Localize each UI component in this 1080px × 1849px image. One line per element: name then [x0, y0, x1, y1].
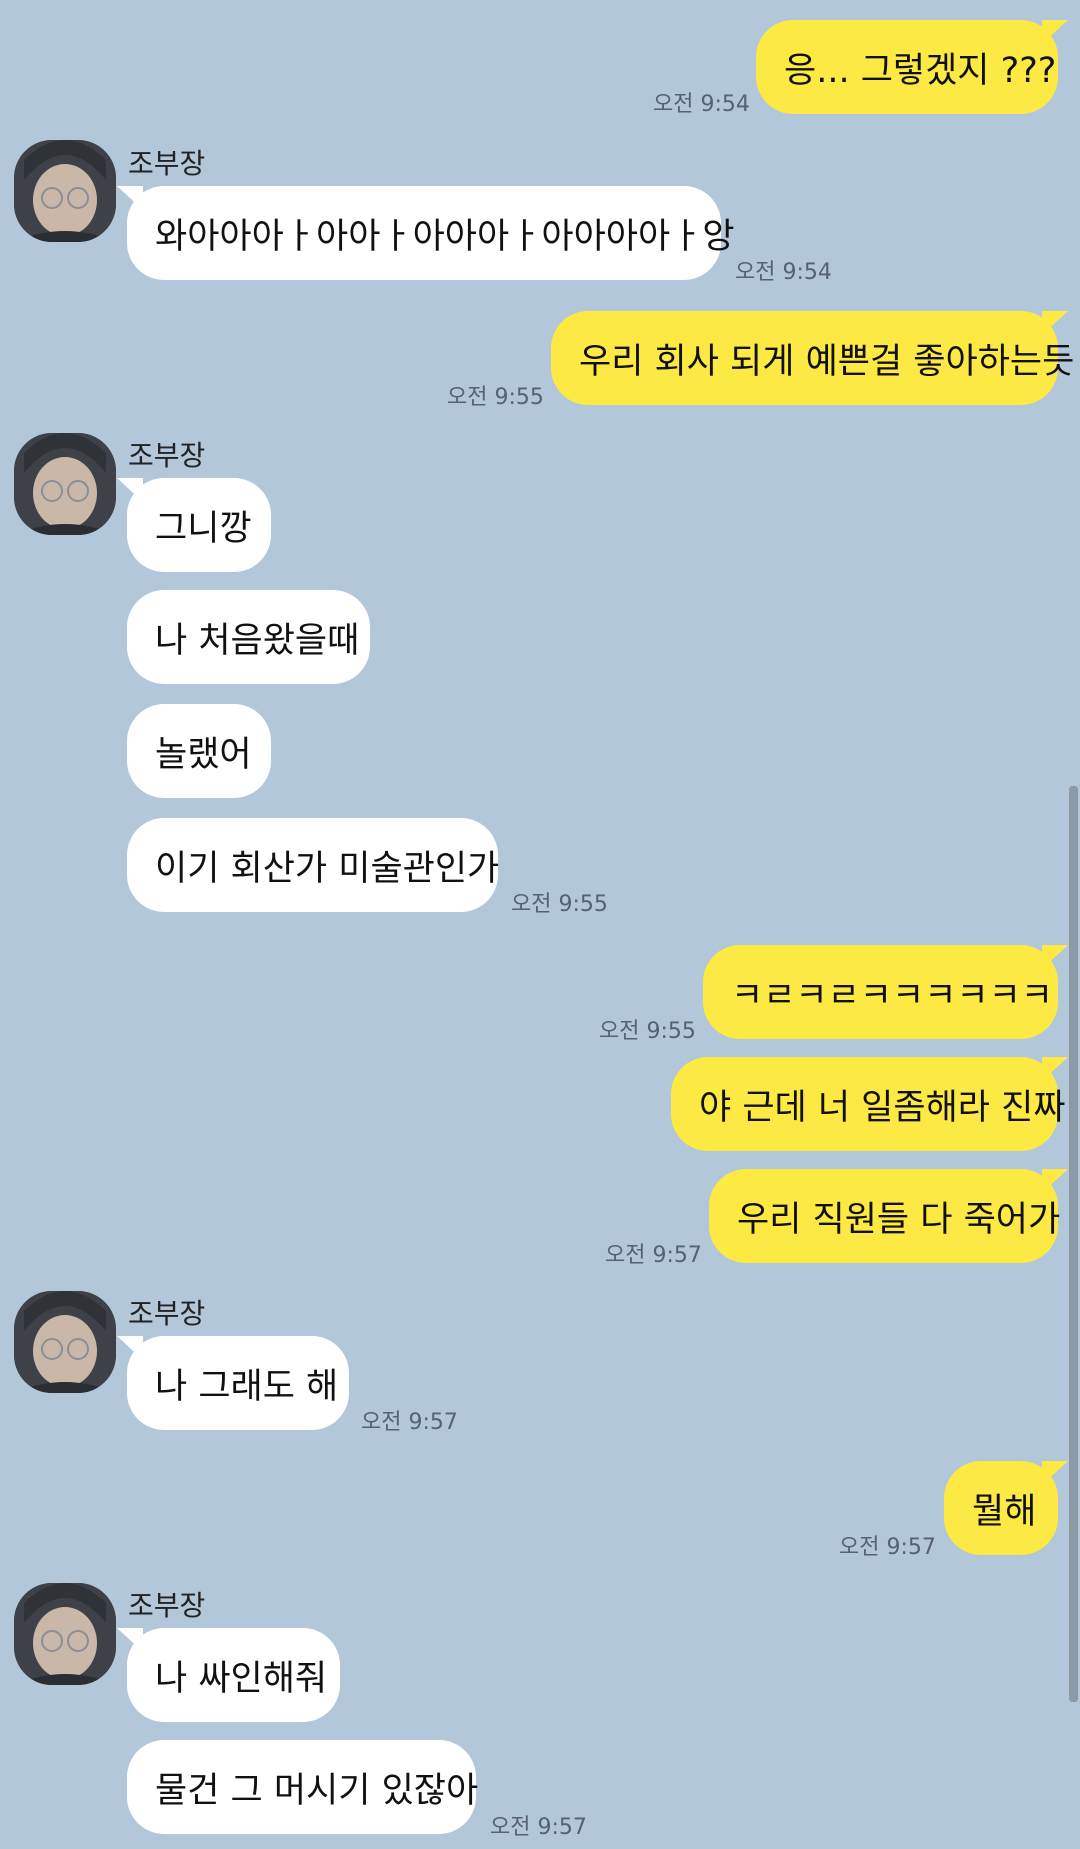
- sent-message-bubble[interactable]: 응... 그렇겠지 ???: [756, 20, 1068, 114]
- message-timestamp: 오전 9:57: [839, 1535, 936, 1560]
- contact-name: 조부장: [128, 1297, 206, 1330]
- contact-name: 조부장: [128, 147, 206, 180]
- message-timestamp: 오전 9:55: [599, 1019, 696, 1044]
- contact-avatar[interactable]: [14, 1291, 116, 1393]
- message-text: 놀랬어: [155, 734, 252, 775]
- sent-message-bubble[interactable]: 우리 회사 되게 예쁜걸 좋아하는듯: [551, 311, 1074, 405]
- received-message-bubble[interactable]: 와아아아ㅏ아아ㅏ아아아ㅏ아아아아ㅏ앙: [117, 186, 735, 280]
- message-timestamp: 오전 9:54: [653, 92, 750, 117]
- contact-name: 조부장: [128, 1589, 206, 1622]
- message-timestamp: 오전 9:57: [605, 1243, 702, 1268]
- received-message-bubble[interactable]: 나 싸인해줘: [117, 1628, 340, 1722]
- message-text: 물건 그 머시기 있잖아: [155, 1770, 479, 1811]
- message-text: 나 처음왔을때: [155, 620, 360, 661]
- contact-avatar[interactable]: [14, 140, 116, 242]
- received-message-bubble[interactable]: 나 처음왔을때: [127, 590, 370, 684]
- avatar-image: [14, 1291, 116, 1393]
- avatar-image: [14, 140, 116, 242]
- message-timestamp: 오전 9:57: [490, 1815, 587, 1840]
- sent-message-bubble[interactable]: 야 근데 너 일좀해라 진짜: [671, 1057, 1068, 1151]
- message-text: ㅋㄹㅋㄹㅋㅋㅋㅋㅋㅋ: [731, 975, 1054, 1016]
- sent-message-bubble[interactable]: ㅋㄹㅋㄹㅋㅋㅋㅋㅋㅋ: [703, 945, 1068, 1039]
- message-text: 나 그래도 해: [155, 1366, 339, 1407]
- sent-message-bubble[interactable]: 뭘해: [944, 1461, 1068, 1555]
- received-message-bubble[interactable]: 그니깡: [117, 478, 271, 572]
- message-timestamp: 오전 9:54: [735, 260, 832, 285]
- message-text: 이기 회산가 미술관인가: [155, 848, 500, 889]
- contact-name: 조부장: [128, 439, 206, 472]
- avatar-image: [14, 1583, 116, 1685]
- message-timestamp: 오전 9:55: [447, 385, 544, 410]
- received-message-bubble[interactable]: 이기 회산가 미술관인가: [127, 818, 500, 912]
- scrollbar-thumb[interactable]: [1069, 786, 1078, 1702]
- avatar-image: [14, 433, 116, 535]
- message-text: 우리 회사 되게 예쁜걸 좋아하는듯: [579, 341, 1075, 382]
- contact-avatar[interactable]: [14, 433, 116, 535]
- message-timestamp: 오전 9:57: [361, 1410, 458, 1435]
- message-text: 야 근데 너 일좀해라 진짜: [699, 1087, 1066, 1128]
- message-text: 우리 직원들 다 죽어가: [737, 1199, 1061, 1240]
- message-text: 뭘해: [972, 1491, 1037, 1532]
- message-text: 와아아아ㅏ아아ㅏ아아아ㅏ아아아아ㅏ앙: [155, 216, 735, 257]
- message-text: 응... 그렇겠지 ???: [784, 50, 1057, 91]
- received-message-bubble[interactable]: 놀랬어: [127, 704, 271, 798]
- received-message-bubble[interactable]: 물건 그 머시기 있잖아: [127, 1740, 479, 1834]
- contact-avatar[interactable]: [14, 1583, 116, 1685]
- message-timestamp: 오전 9:55: [511, 892, 608, 917]
- message-text: 그니깡: [155, 508, 252, 549]
- sent-message-bubble[interactable]: 우리 직원들 다 죽어가: [709, 1169, 1068, 1263]
- received-message-bubble[interactable]: 나 그래도 해: [117, 1336, 349, 1430]
- message-text: 나 싸인해줘: [155, 1658, 328, 1699]
